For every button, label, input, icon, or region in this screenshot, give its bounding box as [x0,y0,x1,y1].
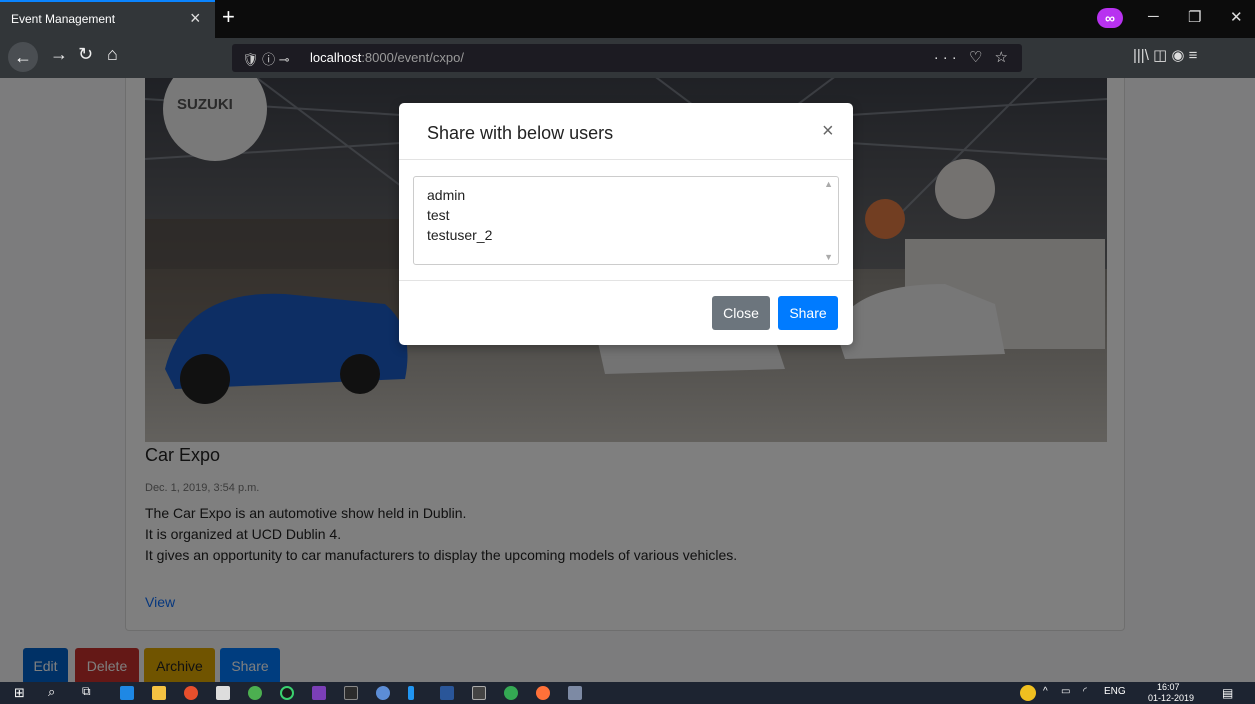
app-icon[interactable] [248,686,262,700]
file-explorer-icon[interactable] [152,686,166,700]
user-select-list[interactable]: admin test testuser_2 ▲ ▼ [413,176,839,265]
search-icon[interactable]: ⌕ [48,684,55,700]
back-icon[interactable]: ← [8,42,38,72]
minimize-icon[interactable]: ─ [1148,8,1159,25]
modal-header: Share with below users × [399,103,853,160]
modal-title: Share with below users [427,123,614,143]
app-icon[interactable] [568,686,582,700]
close-button[interactable]: Close [712,296,770,330]
mail-icon[interactable] [216,686,230,700]
share-modal: Share with below users × admin test test… [399,103,853,345]
tab-bar: Event Management × + ∞ ─ ❐ ✕ [0,0,1255,38]
terminal-icon[interactable] [472,686,486,700]
notification-icon[interactable]: ▤ [1222,686,1233,700]
app-icon[interactable] [408,686,414,700]
app-icon[interactable] [376,686,390,700]
clock-date[interactable]: 01-12-2019 [1148,693,1194,703]
site-info-icon[interactable]: 🛡 ⓘ ⊸ [242,49,290,68]
url-bar[interactable]: 🛡 ⓘ ⊸ localhost:8000/event/cxpo/ ··· ♡ ☆ [232,44,1022,72]
edge-icon[interactable] [120,686,134,700]
windows-start-icon[interactable]: ⊞ [14,685,25,701]
browser-tab[interactable]: Event Management × [0,0,215,38]
word-icon[interactable] [440,686,454,700]
modal-close-icon[interactable]: × [822,120,834,143]
new-tab-icon[interactable]: + [222,4,235,30]
private-mask-icon: ∞ [1097,8,1123,28]
user-option[interactable]: test [427,205,492,225]
language-indicator[interactable]: ENG [1104,686,1126,697]
tab-title: Event Management [11,12,116,26]
wifi-icon[interactable]: ◜ [1083,686,1087,697]
window-close-icon[interactable]: ✕ [1230,8,1243,26]
scroll-up-icon[interactable]: ▲ [824,179,833,189]
task-view-icon[interactable]: ⧉ [82,684,91,699]
help-icon[interactable] [1020,685,1036,701]
pycharm-icon[interactable] [344,686,358,700]
tray-expand-icon[interactable]: ^ [1043,686,1048,697]
clock-time[interactable]: 16:07 [1157,682,1180,692]
reload-icon[interactable]: ↻ [78,44,93,65]
chrome-icon[interactable] [184,686,198,700]
home-icon[interactable]: ⌂ [107,44,118,65]
user-option[interactable]: testuser_2 [427,225,492,245]
page-actions-icon[interactable]: ··· ♡ ☆ [934,48,1012,66]
modal-footer: Close Share [399,280,853,345]
url-text[interactable]: localhost:8000/event/cxpo/ [310,50,464,65]
os-taskbar: ⊞ ⌕ ⧉ ^ ▭ ◜ ENG 16:07 01-12-2019 ▤ [0,682,1255,704]
nav-bar: ← → ↻ ⌂ 🛡 ⓘ ⊸ localhost:8000/event/cxpo/… [0,38,1255,78]
app-icon[interactable] [504,686,518,700]
user-option[interactable]: admin [427,185,492,205]
onenote-icon[interactable] [312,686,326,700]
forward-icon[interactable]: → [50,44,68,65]
app-icon[interactable] [280,686,294,700]
battery-icon: ▭ [1061,686,1071,697]
share-confirm-button[interactable]: Share [778,296,838,330]
restore-icon[interactable]: ❐ [1188,8,1201,26]
firefox-icon[interactable] [536,686,550,700]
tab-close-icon[interactable]: × [190,8,201,29]
library-icon[interactable]: |||\ ◫ ◉ ≡ [1133,46,1197,64]
scroll-down-icon[interactable]: ▼ [824,252,833,262]
